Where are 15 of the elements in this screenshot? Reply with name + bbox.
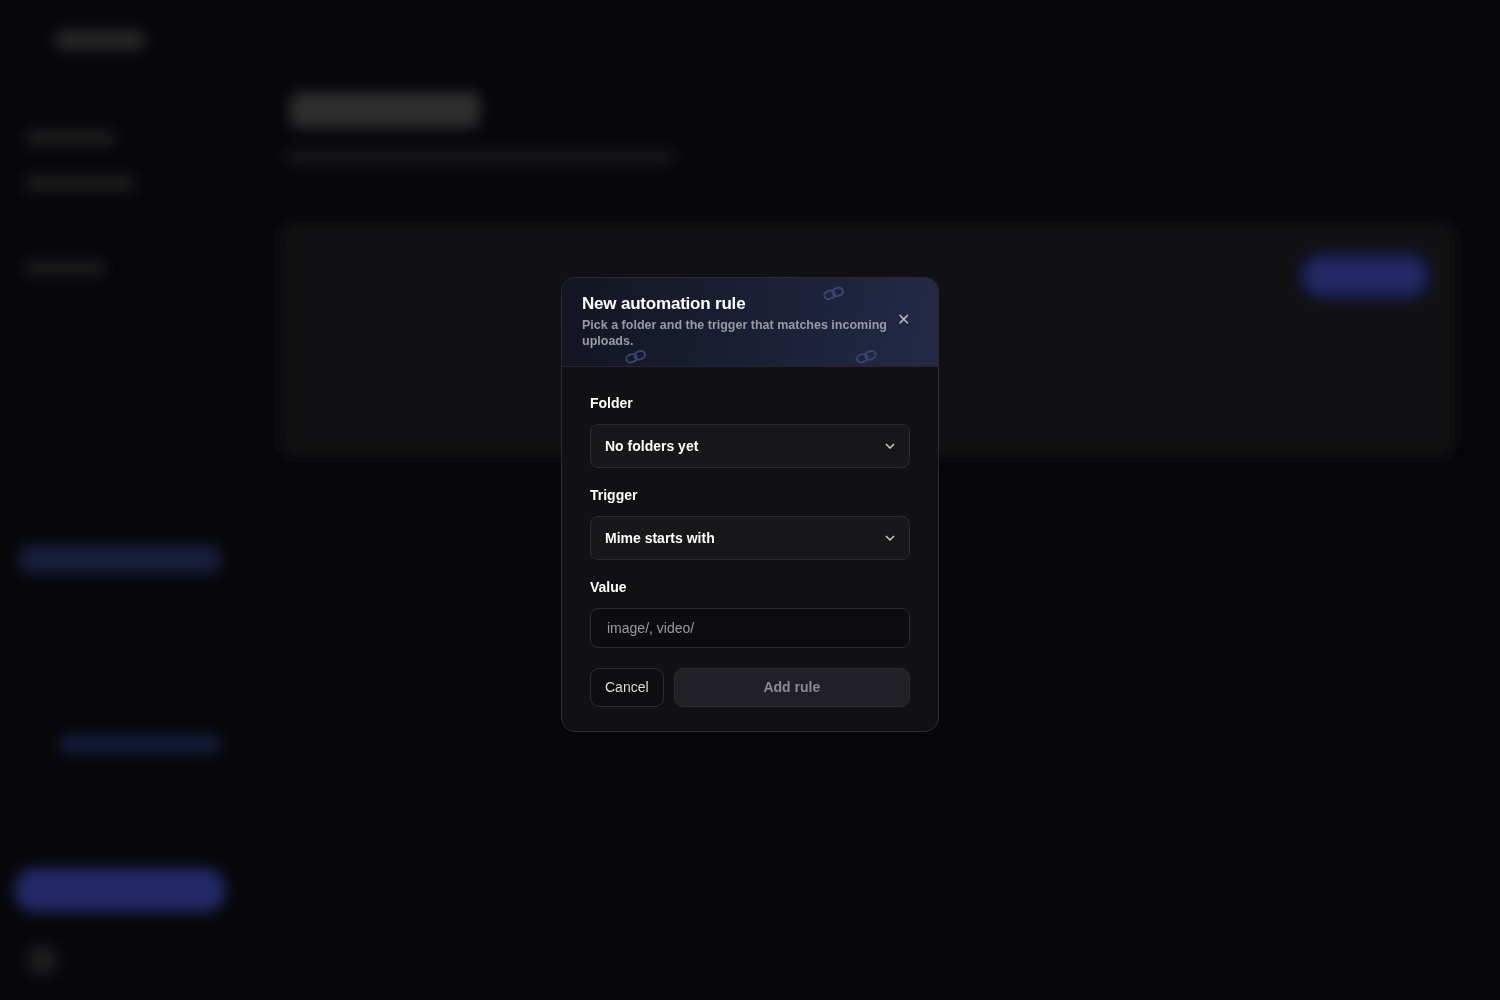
field-label: Folder: [590, 394, 634, 414]
select-field[interactable]: Mime starts with: [590, 516, 910, 561]
input-field[interactable]: image/, video/: [590, 608, 910, 649]
field-label: Trigger: [590, 486, 639, 506]
close-button[interactable]: ✕: [897, 312, 910, 328]
link-icon: [624, 348, 647, 365]
cancel-button[interactable]: Cancel: [590, 668, 664, 708]
chevron-down-icon: [885, 535, 895, 542]
link-icon: [854, 348, 878, 365]
field-label: Value: [590, 578, 628, 598]
dialog-title: New automation rule: [582, 294, 747, 315]
chevron-down-icon: [885, 443, 895, 450]
link-icon: [822, 285, 845, 302]
dialog-subtitle: Pick a folder and the trigger that matches incoming uploads.: [582, 317, 888, 350]
select-field[interactable]: No folders yet: [590, 424, 910, 469]
